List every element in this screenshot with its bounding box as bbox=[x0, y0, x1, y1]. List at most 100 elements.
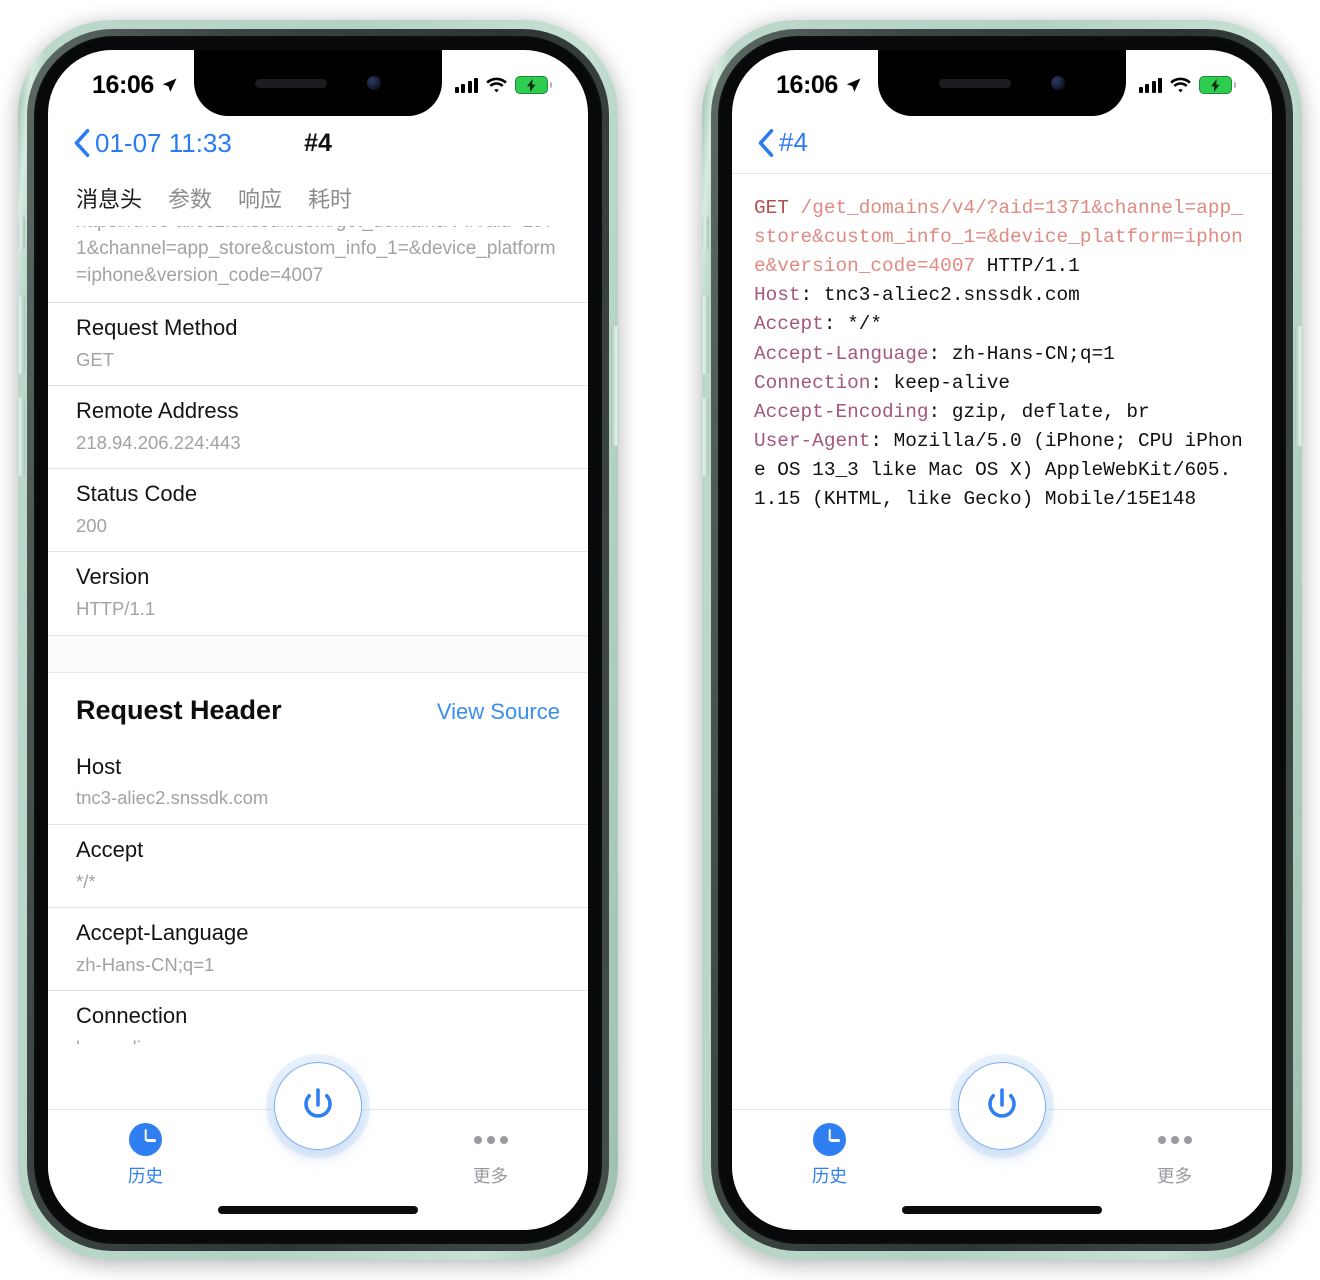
side-power-button[interactable] bbox=[611, 326, 619, 446]
header-name: Accept-Encoding bbox=[754, 400, 929, 423]
row-key: Version bbox=[76, 564, 150, 590]
location-arrow-icon bbox=[846, 78, 861, 92]
cellular-signal-icon bbox=[1138, 77, 1162, 93]
status-time: 16:06 bbox=[92, 70, 154, 99]
row-key: Accept-Language bbox=[76, 919, 249, 945]
power-toggle-button[interactable] bbox=[274, 1062, 362, 1150]
row-key: Accept bbox=[76, 836, 144, 862]
row-key: Host bbox=[76, 753, 122, 779]
back-button-label: #4 bbox=[779, 127, 808, 157]
left-phone-device: 16:06 01-07 11:33 #4 消息头 参数 响应 耗时 1&chan… bbox=[17, 20, 619, 1260]
header-value: gzip, deflate, br bbox=[940, 400, 1150, 423]
tab-more-label: 更多 bbox=[473, 1166, 508, 1186]
status-time-group: 16:06 bbox=[776, 71, 862, 100]
table-row[interactable]: Host tnc3-aliec2.snssdk.com bbox=[48, 742, 588, 825]
right-nav-bar: #4 bbox=[732, 112, 1272, 174]
table-row[interactable]: Accept-Language zh-Hans-CN;q=1 bbox=[48, 908, 588, 991]
volume-up-button[interactable] bbox=[701, 296, 709, 374]
header-name: Accept bbox=[754, 313, 824, 336]
header-value: keep-alive bbox=[882, 371, 1011, 394]
tab-params[interactable]: 参数 bbox=[168, 182, 212, 214]
tab-history[interactable]: 历史 bbox=[732, 1110, 927, 1188]
tab-more-label: 更多 bbox=[1157, 1166, 1192, 1186]
ellipsis-icon bbox=[1157, 1123, 1192, 1156]
status-icons bbox=[1138, 76, 1236, 94]
power-toggle-button[interactable] bbox=[958, 1062, 1046, 1150]
row-value: 218.94.206.224:443 bbox=[76, 431, 241, 453]
header-name: Host bbox=[754, 284, 801, 307]
row-value: zh-Hans-CN;q=1 bbox=[76, 953, 215, 975]
overview-list: https://tnc3-aliec2.snssdk.com/get_domai… bbox=[48, 226, 588, 1044]
view-source-button[interactable]: View Source bbox=[437, 699, 560, 725]
table-row[interactable]: Remote Address 218.94.206.224:443 bbox=[48, 386, 588, 470]
tab-more[interactable]: 更多 bbox=[393, 1110, 588, 1188]
header-value: zh-Hans-CN;q=1 bbox=[940, 342, 1115, 365]
tab-timing[interactable]: 耗时 bbox=[308, 182, 352, 214]
tab-more[interactable]: 更多 bbox=[1077, 1110, 1272, 1188]
left-phone-screen: 16:06 01-07 11:33 #4 消息头 参数 响应 耗时 1&chan… bbox=[48, 50, 588, 1230]
row-value: 200 bbox=[76, 515, 107, 537]
row-value: https://tnc3-aliec2.snssdk.com/get_domai… bbox=[76, 226, 556, 286]
row-key: Request Method bbox=[76, 314, 238, 340]
raw-source-view[interactable]: GET /get_domains/v4/?aid=1371&channel=ap… bbox=[732, 174, 1272, 514]
clock-icon bbox=[813, 1123, 846, 1156]
table-row[interactable]: https://tnc3-aliec2.snssdk.com/get_domai… bbox=[48, 226, 588, 303]
volume-down-button[interactable] bbox=[701, 398, 709, 476]
section-gap bbox=[48, 635, 588, 673]
home-indicator[interactable] bbox=[218, 1206, 418, 1214]
volume-up-button[interactable] bbox=[17, 296, 25, 374]
chevron-left-icon bbox=[758, 128, 774, 157]
request-verb: GET bbox=[754, 197, 789, 219]
home-indicator[interactable] bbox=[902, 1206, 1102, 1214]
back-button[interactable]: #4 bbox=[758, 127, 808, 158]
tab-headers[interactable]: 消息头 bbox=[76, 182, 142, 214]
wifi-icon bbox=[1170, 77, 1191, 93]
left-nav-bar: 01-07 11:33 #4 bbox=[48, 112, 588, 174]
status-icons bbox=[454, 76, 552, 94]
table-row[interactable]: Request Method GET bbox=[48, 303, 588, 387]
battery-charging-icon bbox=[1199, 76, 1236, 94]
power-icon bbox=[304, 1088, 332, 1118]
row-key: Remote Address bbox=[76, 398, 239, 424]
tab-history-label: 历史 bbox=[812, 1166, 847, 1186]
request-version: HTTP/1.1 bbox=[975, 255, 1080, 278]
tab-response[interactable]: 响应 bbox=[238, 182, 282, 214]
row-value: HTTP/1.1 bbox=[76, 598, 156, 620]
status-bar: 16:06 bbox=[732, 50, 1272, 112]
cellular-signal-icon bbox=[454, 77, 478, 93]
header-value: */* bbox=[835, 313, 883, 336]
request-header-section-head: Request Header View Source bbox=[48, 673, 588, 742]
mute-switch[interactable] bbox=[18, 216, 25, 250]
mute-switch[interactable] bbox=[702, 216, 709, 250]
status-bar: 16:06 bbox=[48, 50, 588, 112]
header-value: tnc3-aliec2.snssdk.com bbox=[812, 284, 1080, 307]
table-row[interactable]: Connection keep-alive bbox=[48, 991, 588, 1044]
tab-history-label: 历史 bbox=[128, 1166, 163, 1186]
back-button[interactable]: 01-07 11:33 bbox=[74, 128, 232, 159]
back-button-label: 01-07 11:33 bbox=[95, 127, 232, 158]
detail-tab-strip: 消息头 参数 响应 耗时 bbox=[48, 174, 588, 226]
header-name: Accept-Language bbox=[754, 342, 929, 365]
header-name: User-Agent bbox=[754, 429, 871, 452]
detail-scroll-area[interactable]: https://tnc3-aliec2.snssdk.com/get_domai… bbox=[48, 226, 588, 1044]
battery-charging-icon bbox=[515, 76, 552, 94]
volume-down-button[interactable] bbox=[17, 398, 25, 476]
screenshot-stage: 16:06 01-07 11:33 #4 消息头 参数 响应 耗时 1&chan… bbox=[0, 0, 1320, 1280]
row-key: Connection bbox=[76, 1003, 188, 1028]
row-value: GET bbox=[76, 348, 115, 370]
status-time-group: 16:06 bbox=[92, 71, 178, 100]
table-row[interactable]: Accept */* bbox=[48, 825, 588, 908]
right-phone-device: 16:06 #4 GET /get_domains/v4/?aid=1371&c… bbox=[701, 20, 1303, 1260]
row-key: Status Code bbox=[76, 481, 198, 507]
status-time: 16:06 bbox=[776, 70, 838, 99]
wifi-icon bbox=[486, 77, 507, 93]
right-phone-screen: 16:06 #4 GET /get_domains/v4/?aid=1371&c… bbox=[732, 50, 1272, 1230]
side-power-button[interactable] bbox=[1295, 326, 1303, 446]
table-row[interactable]: Status Code 200 bbox=[48, 469, 588, 553]
location-arrow-icon bbox=[162, 78, 177, 92]
table-row[interactable]: Version HTTP/1.1 bbox=[48, 552, 588, 636]
row-value: keep-alive bbox=[76, 1035, 560, 1044]
ellipsis-icon bbox=[473, 1123, 508, 1156]
chevron-left-icon bbox=[74, 129, 90, 157]
tab-history[interactable]: 历史 bbox=[48, 1110, 243, 1188]
